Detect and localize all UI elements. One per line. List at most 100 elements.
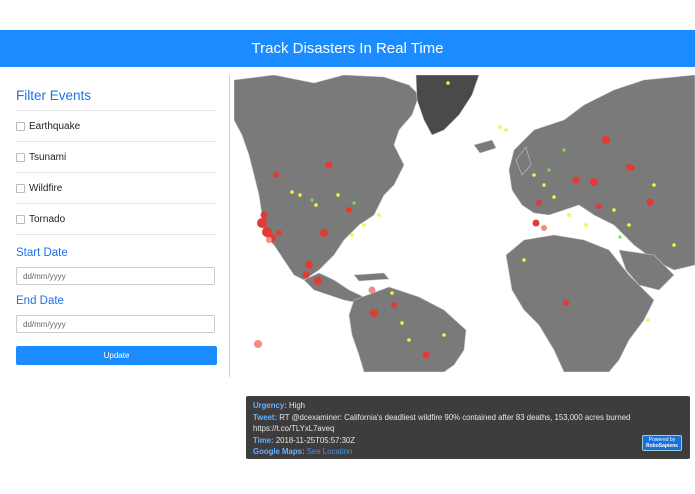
time-value: 2018-11-25T05:57:30Z — [275, 435, 356, 445]
marker-red — [260, 211, 268, 219]
marker-red — [563, 300, 569, 306]
tweet-line: Tweet: RT @dcexaminer: California's dead… — [253, 412, 683, 424]
marker-yellow — [672, 243, 676, 247]
world-map[interactable] — [234, 75, 695, 372]
marker-yellow — [336, 193, 340, 197]
marker-yellow — [522, 258, 526, 262]
marker-green — [310, 198, 314, 202]
app-header: Track Disasters In Real Time — [0, 30, 695, 67]
earthquake-checkbox[interactable] — [16, 122, 25, 131]
filter-label: Tornado — [29, 214, 66, 225]
tornado-checkbox[interactable] — [16, 215, 25, 224]
central-america-land — [303, 272, 365, 304]
filter-wildfire[interactable]: Wildfire — [16, 183, 62, 194]
divider — [16, 172, 217, 173]
marker-red — [532, 219, 540, 227]
filter-tsunami[interactable]: Tsunami — [16, 152, 66, 163]
caribbean-land — [353, 272, 390, 282]
filter-events-heading: Filter Events — [16, 88, 92, 103]
marker-green — [618, 235, 622, 239]
marker-yellow — [377, 213, 381, 217]
marker-red-faded — [368, 286, 376, 294]
divider — [16, 110, 217, 111]
marker-red — [325, 161, 333, 169]
info-window: Urgency: High Tweet: RT @dcexaminer: Cal… — [246, 396, 690, 459]
urgency-value: High — [288, 401, 306, 410]
marker-yellow — [362, 223, 366, 227]
marker-yellow — [612, 208, 616, 212]
start-date-placeholder: dd/mm/yyyy — [23, 271, 66, 281]
marker-red — [276, 230, 282, 236]
marker-red — [572, 176, 580, 184]
see-location-link[interactable]: See Location — [307, 447, 353, 456]
marker-green — [547, 168, 551, 172]
marker-yellow — [552, 195, 556, 199]
tweet-link[interactable]: https://t.co/TLYxL7aveq — [253, 423, 683, 435]
sidebar-divider — [229, 75, 230, 377]
marker-red — [314, 277, 322, 285]
marker-red — [302, 271, 310, 279]
marker-red-faded — [266, 237, 272, 243]
tweet-value: RT @dcexaminer: California's deadliest w… — [279, 412, 631, 422]
powered-by-badge[interactable]: Powered by RoboSapiens — [642, 435, 682, 451]
marker-yellow — [314, 203, 318, 207]
marker-green — [352, 201, 356, 205]
filter-earthquake[interactable]: Earthquake — [16, 121, 80, 132]
marker-yellow — [652, 183, 656, 187]
marker-red — [257, 218, 267, 228]
marker-yellow — [298, 193, 302, 197]
divider — [16, 234, 217, 235]
marker-green — [562, 148, 566, 152]
marker-red — [602, 136, 610, 144]
filter-label: Earthquake — [29, 121, 81, 132]
south-america-land — [348, 286, 467, 372]
iceland-land — [473, 139, 497, 154]
marker-red-faded — [541, 225, 547, 231]
marker-red — [346, 207, 352, 213]
tsunami-checkbox[interactable] — [16, 153, 25, 162]
marker-red — [536, 200, 542, 206]
marker-red — [273, 172, 279, 178]
maps-key: Google Maps: — [253, 447, 305, 457]
marker-yellow — [350, 233, 354, 237]
page-title: Track Disasters In Real Time — [251, 40, 444, 57]
marker-yellow — [532, 173, 536, 177]
wildfire-checkbox[interactable] — [16, 184, 25, 193]
time-line: Time: 2018-11-25T05:57:30Z — [253, 435, 683, 447]
north-america-land — [234, 75, 420, 281]
marker-yellow — [400, 321, 404, 325]
time-key: Time: — [253, 435, 274, 445]
marker-yellow — [542, 183, 546, 187]
marker-red — [590, 178, 598, 186]
update-button[interactable]: Update — [16, 346, 217, 365]
marker-red — [370, 309, 378, 317]
end-date-placeholder: dd/mm/yyyy — [23, 319, 66, 329]
marker-yellow — [584, 223, 588, 227]
marker-red — [596, 203, 602, 209]
filter-label: Wildfire — [29, 183, 63, 194]
marker-yellow — [646, 318, 650, 322]
marker-red — [629, 165, 635, 171]
marker-red — [422, 351, 430, 359]
marker-yellow — [390, 291, 394, 295]
maps-line: Google Maps: See Location — [253, 446, 683, 458]
urgency-line: Urgency: High — [253, 400, 683, 412]
end-date-input[interactable]: dd/mm/yyyy — [16, 315, 215, 333]
filter-tornado[interactable]: Tornado — [16, 214, 65, 225]
powered-by-brand: RoboSapiens — [646, 443, 678, 449]
urgency-key: Urgency: — [253, 401, 287, 410]
marker-red-faded — [254, 340, 262, 348]
divider — [16, 141, 217, 142]
marker-yellow — [407, 338, 411, 342]
marker-yellow — [498, 125, 502, 129]
marker-red — [305, 261, 313, 269]
marker-yellow — [446, 81, 450, 85]
continents — [234, 75, 695, 372]
marker-red — [646, 198, 654, 206]
end-date-label: End Date — [16, 295, 64, 307]
start-date-input[interactable]: dd/mm/yyyy — [16, 267, 215, 285]
tweet-key: Tweet: — [253, 412, 278, 422]
marker-red — [320, 229, 328, 237]
marker-red — [391, 302, 397, 308]
filter-label: Tsunami — [29, 152, 67, 163]
